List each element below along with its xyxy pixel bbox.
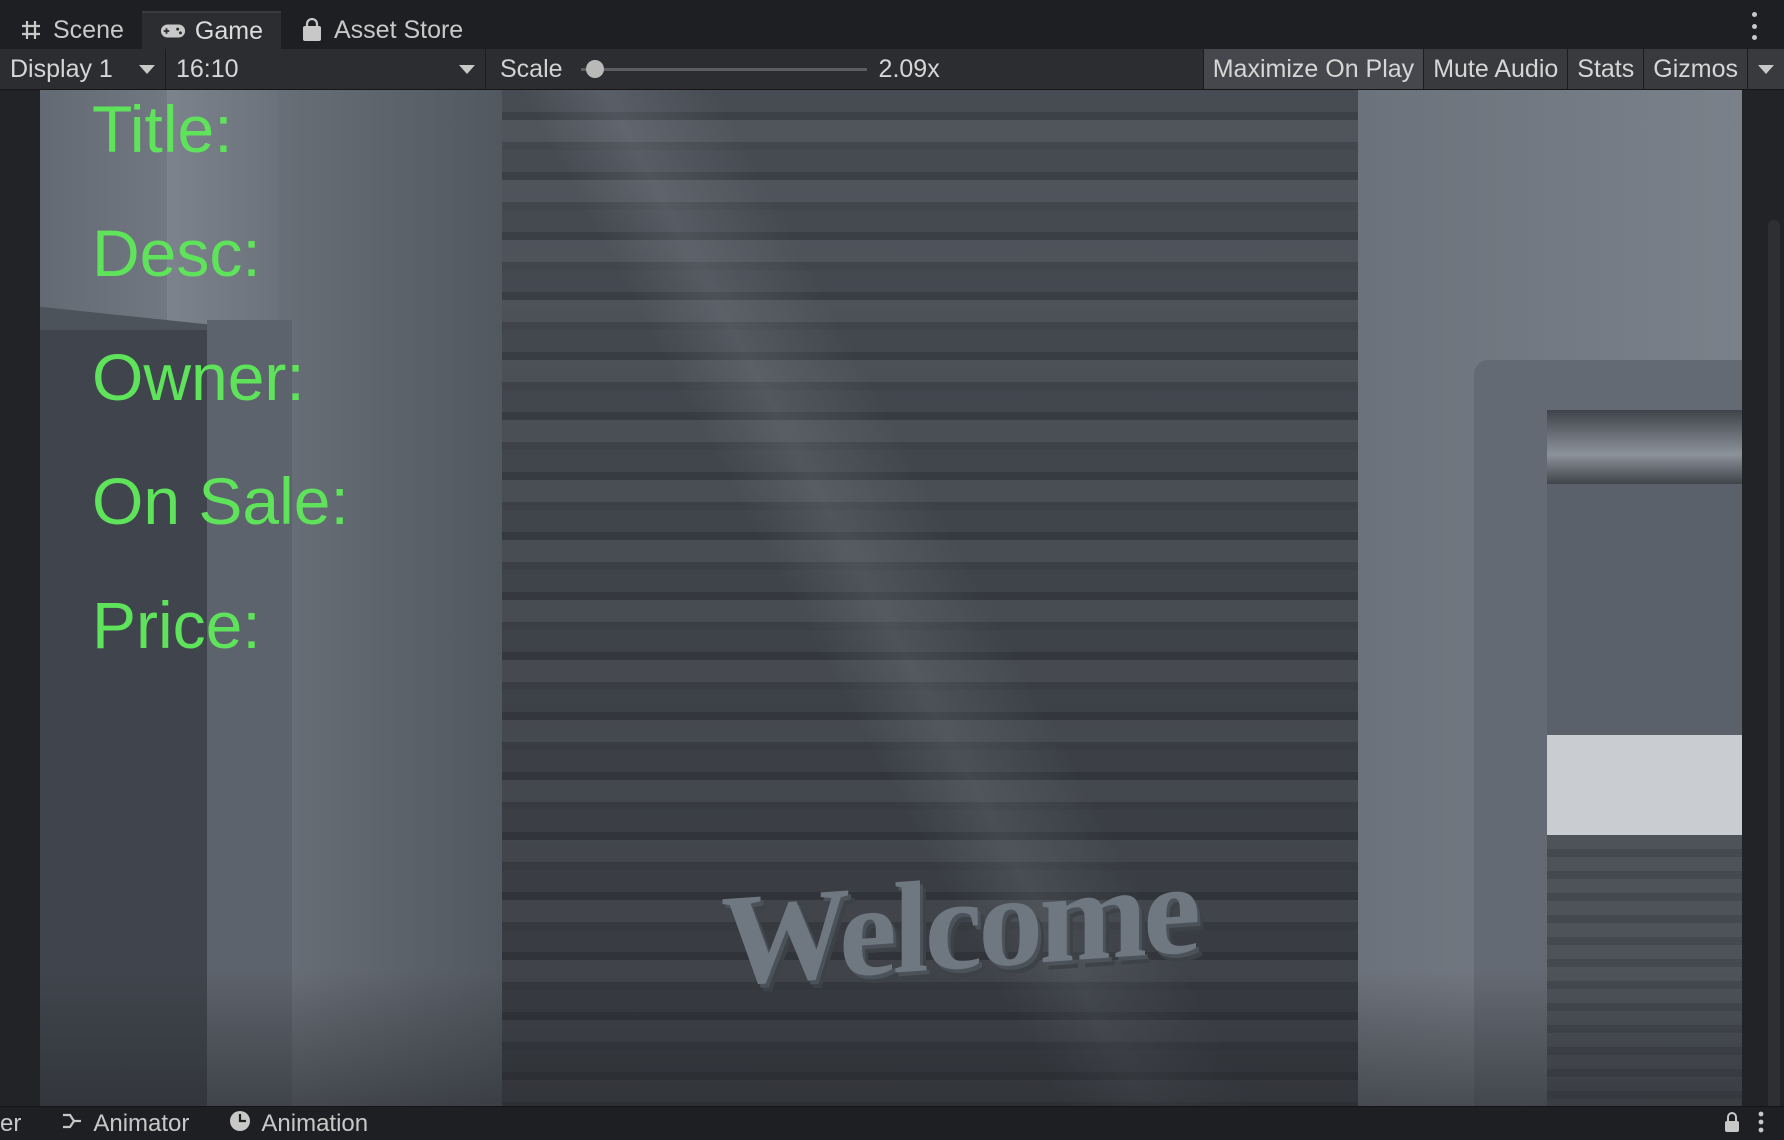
tab-asset-store[interactable]: Asset Store bbox=[281, 11, 481, 49]
toolbar-toggles: Maximize On Play Mute Audio Stats Gizmos bbox=[1202, 49, 1784, 89]
animation-clock-icon bbox=[229, 1110, 251, 1139]
view-tab-strip: Scene Game Asset Store bbox=[0, 0, 1784, 49]
tab-animator[interactable]: Animator bbox=[41, 1107, 209, 1140]
lock-icon[interactable] bbox=[1724, 1111, 1740, 1140]
tab-asset-store-label: Asset Store bbox=[333, 15, 464, 44]
animator-icon bbox=[61, 1110, 83, 1138]
tab-animator-label: Animator bbox=[93, 1110, 190, 1137]
gizmos-toggle[interactable]: Gizmos bbox=[1643, 49, 1747, 89]
scale-slider[interactable] bbox=[577, 49, 867, 89]
display-dropdown-value: Display 1 bbox=[10, 54, 113, 83]
shopping-bag-icon bbox=[299, 17, 325, 43]
scene-right-doorway-light bbox=[1547, 735, 1742, 835]
title-field-label: Title: bbox=[92, 92, 233, 166]
scale-slider-handle[interactable] bbox=[585, 60, 604, 78]
tab-game[interactable]: Game bbox=[141, 11, 281, 49]
gamepad-icon bbox=[160, 18, 186, 44]
chevron-down-icon bbox=[1758, 64, 1774, 74]
tab-scene[interactable]: Scene bbox=[0, 11, 142, 49]
tab-game-label: Game bbox=[194, 16, 263, 45]
tab-animation[interactable]: Animation bbox=[209, 1107, 388, 1140]
scale-slider-track bbox=[580, 68, 867, 71]
display-dropdown[interactable]: Display 1 bbox=[0, 49, 166, 89]
game-toolbar: Display 1 16:10 Scale 2.09x Maximize On … bbox=[0, 49, 1784, 90]
grid-hash-icon bbox=[18, 17, 44, 43]
scale-control: Scale 2.09x bbox=[486, 49, 940, 89]
scale-value: 2.09x bbox=[878, 54, 940, 83]
bottom-tab-strip: er Animator Animation bbox=[0, 1106, 1784, 1140]
tab-animation-label: Animation bbox=[261, 1110, 369, 1137]
chevron-down-icon bbox=[459, 64, 475, 74]
scale-label: Scale bbox=[500, 54, 563, 83]
vertical-scrollbar[interactable] bbox=[1768, 220, 1780, 1140]
game-render-viewport[interactable]: Title: Desc: Owner: On Sale: Price: Welc… bbox=[40, 90, 1742, 1106]
game-view[interactable]: Title: Desc: Owner: On Sale: Price: Welc… bbox=[0, 90, 1784, 1140]
mute-audio-toggle[interactable]: Mute Audio bbox=[1423, 49, 1568, 89]
chevron-down-icon bbox=[139, 64, 155, 74]
maximize-on-play-toggle[interactable]: Maximize On Play bbox=[1202, 49, 1424, 89]
owner-field-label: Owner: bbox=[92, 340, 305, 414]
aspect-ratio-dropdown[interactable]: 16:10 bbox=[166, 49, 486, 89]
tab-partial[interactable]: er bbox=[0, 1107, 41, 1140]
gizmos-dropdown[interactable] bbox=[1747, 49, 1784, 89]
scene-right-doorway-lintel bbox=[1547, 410, 1742, 484]
unity-editor: Scene Game Asset Store Display 1 16:10 S… bbox=[0, 0, 1784, 1140]
desc-field-label: Desc: bbox=[92, 216, 261, 290]
price-field-label: Price: bbox=[92, 588, 261, 662]
bottom-panel-controls bbox=[1724, 1111, 1764, 1140]
more-options-icon[interactable] bbox=[1758, 1111, 1764, 1140]
tab-scene-label: Scene bbox=[53, 15, 124, 44]
aspect-ratio-value: 16:10 bbox=[176, 54, 239, 83]
more-options-icon[interactable] bbox=[1750, 12, 1758, 40]
item-info-panel: Title: Desc: Owner: On Sale: Price: bbox=[92, 96, 349, 716]
stats-toggle[interactable]: Stats bbox=[1567, 49, 1644, 89]
on-sale-field-label: On Sale: bbox=[92, 464, 349, 538]
